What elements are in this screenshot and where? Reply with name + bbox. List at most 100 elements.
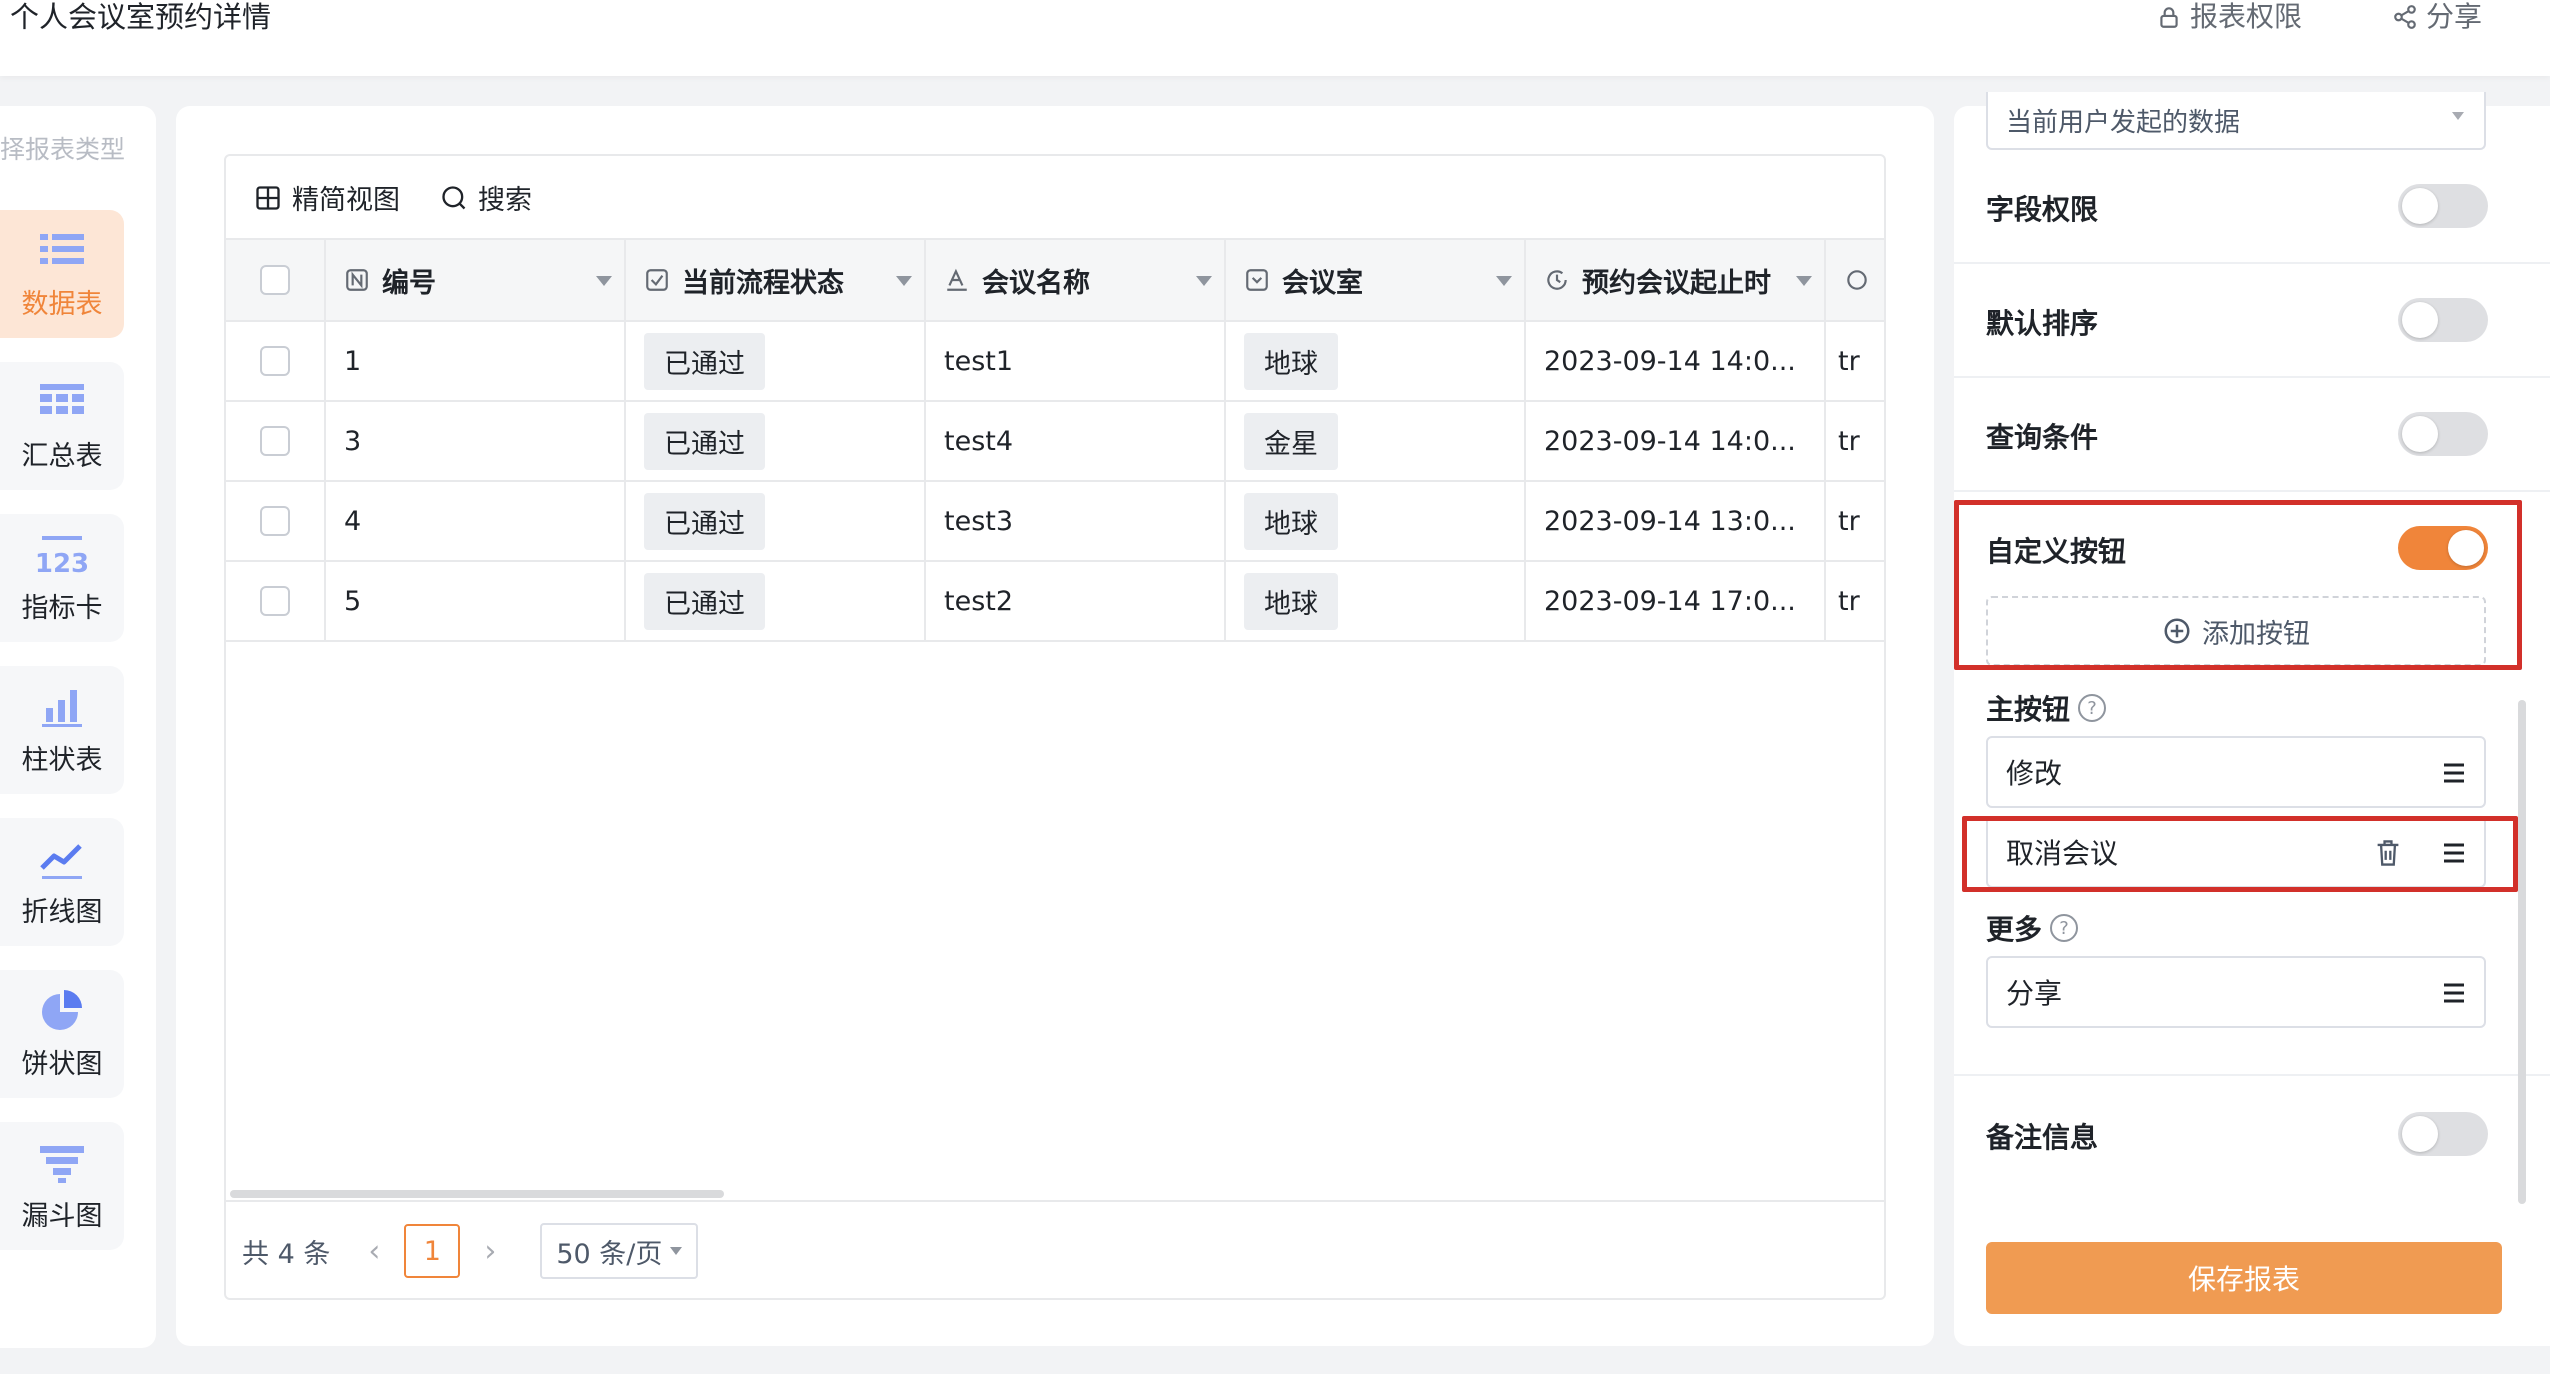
field-permission-label: 字段权限 <box>1986 193 2099 226</box>
page-title: 个人会议室预约详情 <box>10 0 272 34</box>
number-icon: 123 <box>36 535 88 578</box>
horizontal-scrollbar[interactable] <box>230 1190 724 1198</box>
column-header-label: 编号 <box>382 267 436 299</box>
room-tag: 地球 <box>1244 492 1338 550</box>
type-item-metric-card[interactable]: 123 指标卡 <box>0 514 124 642</box>
cell-meeting-name: test2 <box>926 562 1226 640</box>
table-row[interactable]: 3 已通过 test4 金星 2023-09-14 14:0... tr <box>226 402 1884 482</box>
compact-view-button[interactable]: 精简视图 <box>254 178 400 217</box>
cell-room: 金星 <box>1226 402 1526 480</box>
report-permission-label: 报表权限 <box>2190 0 2303 33</box>
field-permission-toggle[interactable] <box>2398 184 2488 228</box>
primary-button-item[interactable]: 修改 <box>1986 736 2486 808</box>
row-checkbox[interactable] <box>260 426 290 456</box>
cell-status: 已通过 <box>626 482 926 560</box>
table-row[interactable]: 1 已通过 test1 地球 2023-09-14 14:0... tr <box>226 322 1884 402</box>
row-select-cell <box>226 402 326 480</box>
query-conditions-label: 查询条件 <box>1986 421 2099 454</box>
sort-dropdown-icon[interactable] <box>596 276 612 286</box>
select-field-icon <box>1246 269 1268 291</box>
toggle-knob <box>2402 188 2438 224</box>
default-sort-label: 默认排序 <box>1986 307 2099 340</box>
cell-id: 5 <box>326 562 626 640</box>
column-header-status[interactable]: 当前流程状态 <box>626 240 926 320</box>
date-field-icon <box>1547 270 1567 290</box>
search-button[interactable]: 搜索 <box>440 178 532 217</box>
cell-id: 1 <box>326 322 626 400</box>
custom-buttons-toggle[interactable] <box>2398 526 2488 570</box>
text-field-icon <box>947 268 967 291</box>
page-size-select[interactable]: 50 条/页 <box>540 1223 699 1279</box>
table-row[interactable]: 5 已通过 test2 地球 2023-09-14 17:0... tr <box>226 562 1884 642</box>
primary-button-item[interactable]: 取消会议 <box>1986 816 2486 888</box>
column-header-overflow[interactable] <box>1826 240 1884 320</box>
share-label: 分享 <box>2426 0 2483 33</box>
report-type-header: 择报表类型 <box>0 135 126 164</box>
column-header-label: 预约会议起止时 <box>1582 267 1771 299</box>
row-select-cell <box>226 482 326 560</box>
drag-handle-icon[interactable] <box>2442 982 2466 1004</box>
row-checkbox[interactable] <box>260 346 290 376</box>
share-icon <box>2394 5 2416 29</box>
cell-meeting-time: 2023-09-14 17:0... <box>1526 562 1826 640</box>
status-tag: 已通过 <box>644 412 765 470</box>
status-tag: 已通过 <box>644 332 765 390</box>
cell-meeting-name: test4 <box>926 402 1226 480</box>
help-icon[interactable]: ? <box>2078 694 2107 722</box>
next-page-button[interactable]: › <box>470 1234 510 1269</box>
table-grid: 编号 当前流程状态 会议名称 会议室 预约会议起止时 1 已通过 test1 地… <box>226 238 1884 642</box>
type-item-line-chart[interactable]: 折线图 <box>0 818 124 946</box>
data-table: 精简视图 搜索 编号 当前流程状态 会议名称 会议室 预约会议起止时 1 已通过… <box>224 154 1886 1300</box>
cell-meeting-time: 2023-09-14 13:0... <box>1526 482 1826 560</box>
column-header-label: 会议室 <box>1282 267 1363 299</box>
custom-buttons-label: 自定义按钮 <box>1986 535 2127 568</box>
more-button-item[interactable]: 分享 <box>1986 956 2486 1028</box>
trash-icon[interactable] <box>2374 838 2402 868</box>
column-header-room[interactable]: 会议室 <box>1226 240 1526 320</box>
column-header-meeting-name[interactable]: 会议名称 <box>926 240 1226 320</box>
remarks-toggle[interactable] <box>2398 1112 2488 1156</box>
drag-handle-icon[interactable] <box>2442 842 2466 864</box>
type-item-summary-table[interactable]: 汇总表 <box>0 362 124 490</box>
row-select-cell <box>226 322 326 400</box>
current-page-button[interactable]: 1 <box>404 1224 461 1278</box>
type-item-bar-chart[interactable]: 柱状表 <box>0 666 124 794</box>
column-header-label: 当前流程状态 <box>682 267 844 299</box>
report-permission-button[interactable]: 报表权限 <box>2156 0 2302 34</box>
bar-chart-icon <box>42 689 82 727</box>
prev-page-button[interactable]: ‹ <box>354 1234 394 1269</box>
sort-dropdown-icon[interactable] <box>1796 276 1812 286</box>
row-checkbox[interactable] <box>260 506 290 536</box>
help-icon[interactable]: ? <box>2050 914 2079 942</box>
sort-dropdown-icon[interactable] <box>896 276 912 286</box>
total-count: 共 4 条 <box>242 1238 331 1270</box>
divider <box>1954 262 2550 264</box>
button-name: 分享 <box>2006 977 2063 1010</box>
column-header-label: 会议名称 <box>982 267 1090 299</box>
add-button[interactable]: 添加按钮 <box>1986 596 2486 666</box>
sort-dropdown-icon[interactable] <box>1496 276 1512 286</box>
remarks-label: 备注信息 <box>1986 1121 2099 1154</box>
toggle-knob <box>2402 416 2438 452</box>
sort-dropdown-icon[interactable] <box>1196 276 1212 286</box>
row-checkbox[interactable] <box>260 586 290 616</box>
column-header-meeting-time[interactable]: 预约会议起止时 <box>1526 240 1826 320</box>
save-report-button[interactable]: 保存报表 <box>1986 1242 2502 1314</box>
divider <box>1954 376 2550 378</box>
cell-status: 已通过 <box>626 562 926 640</box>
table-row[interactable]: 4 已通过 test3 地球 2023-09-14 13:0... tr <box>226 482 1884 562</box>
cell-room: 地球 <box>1226 322 1526 400</box>
type-item-funnel-chart[interactable]: 漏斗图 <box>0 1122 124 1250</box>
pagination-bar: 共 4 条 ‹ 1 › 50 条/页 <box>226 1200 1884 1298</box>
data-scope-select[interactable]: 当前用户发起的数据 <box>1986 92 2486 150</box>
drag-handle-icon[interactable] <box>2442 762 2466 784</box>
select-all-checkbox[interactable] <box>260 265 290 295</box>
field-icon <box>1847 270 1867 290</box>
vertical-scrollbar[interactable] <box>2518 700 2526 1204</box>
default-sort-toggle[interactable] <box>2398 298 2488 342</box>
query-conditions-toggle[interactable] <box>2398 412 2488 456</box>
column-header-id[interactable]: 编号 <box>326 240 626 320</box>
type-item-data-table[interactable]: 数据表 <box>0 210 124 338</box>
share-button[interactable]: 分享 <box>2392 0 2482 34</box>
type-item-pie-chart[interactable]: 饼状图 <box>0 970 124 1098</box>
